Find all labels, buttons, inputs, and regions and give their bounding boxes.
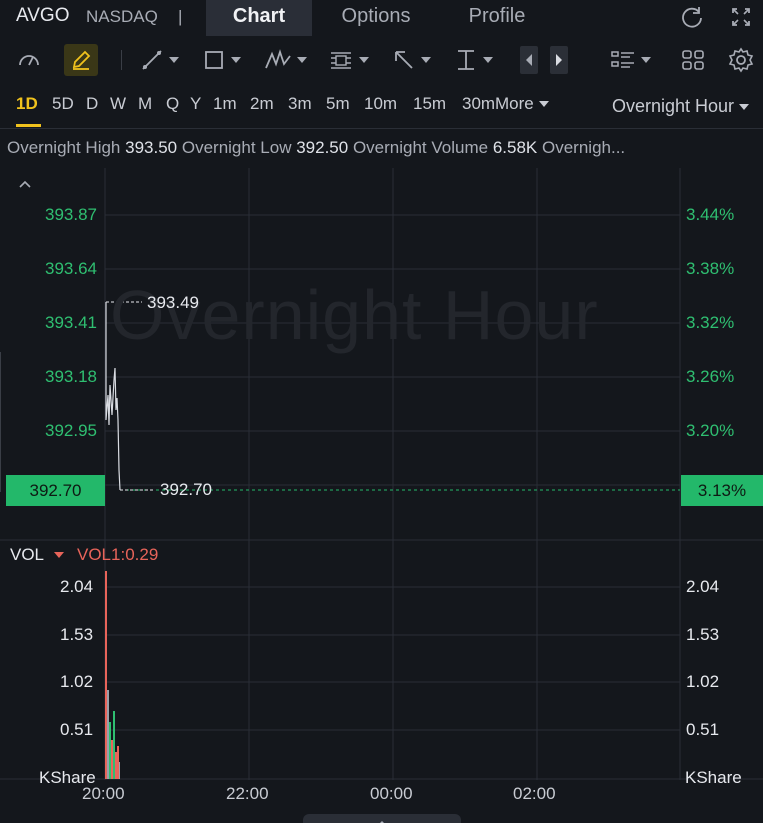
pencil-icon[interactable]	[64, 44, 98, 76]
volume-bar	[109, 722, 111, 779]
volume-indicator-selector[interactable]: VOL	[10, 545, 65, 565]
volume-bar	[117, 746, 119, 779]
period-day[interactable]: D	[86, 94, 98, 114]
percent-tick: 3.38%	[686, 259, 735, 278]
time-tick: 22:00	[226, 784, 269, 803]
trend-line-icon[interactable]	[140, 44, 179, 76]
arrow-icon[interactable]	[392, 44, 431, 76]
list-icon[interactable]	[610, 44, 651, 76]
period-year[interactable]: Y	[190, 94, 201, 114]
info-trailing: Overnigh...	[542, 138, 626, 157]
volume-bar	[111, 740, 113, 779]
price-tick: 393.18	[45, 367, 97, 386]
percent-tick: 3.32%	[686, 313, 735, 332]
price-tick: 393.41	[45, 313, 97, 332]
period-more-label: More	[495, 94, 534, 113]
volume-tick: 0.51	[686, 720, 720, 739]
time-tick: 02:00	[513, 784, 556, 803]
tab-chart[interactable]: Chart	[206, 0, 312, 36]
session-watermark: Overnight Hour	[110, 276, 599, 354]
drawing-toolbar	[0, 36, 763, 84]
low-value: 392.50	[296, 138, 349, 157]
time-tick: 00:00	[370, 784, 413, 803]
top-header: AVGO NASDAQ | Chart Options Profile	[0, 0, 763, 36]
period-3m[interactable]: 3m	[288, 94, 312, 114]
time-tick: 20:00	[82, 784, 125, 803]
divider	[0, 128, 763, 129]
volume-tick: 2.04	[60, 577, 94, 596]
volume-bar	[107, 690, 109, 779]
volume-title: VOL	[10, 545, 45, 564]
current-price-badge: 392.70	[6, 475, 105, 506]
exchange-name: NASDAQ	[86, 7, 158, 26]
period-30m[interactable]: 30m	[462, 94, 495, 114]
overnight-stats: Overnight High 393.50 Overnight Low 392.…	[7, 138, 757, 158]
volume-tick: 0.51	[60, 720, 94, 739]
header-separator: |	[178, 7, 183, 26]
period-week[interactable]: W	[110, 94, 126, 114]
period-more[interactable]: More	[495, 94, 549, 114]
drag-handle[interactable]	[303, 814, 461, 823]
period-1d[interactable]: 1D	[16, 94, 38, 114]
volume-tick: 1.02	[686, 672, 720, 691]
pattern-icon[interactable]	[264, 44, 307, 76]
volume-tick: 1.53	[60, 625, 94, 644]
active-period-underline	[16, 124, 41, 127]
chevron-up-icon[interactable]	[18, 177, 32, 191]
period-2m[interactable]: 2m	[250, 94, 274, 114]
period-selector: 1D 5D D W M Q Y 1m 2m 3m 5m 10m 15m 30m …	[0, 84, 763, 128]
measure-icon[interactable]	[454, 44, 493, 76]
current-percent-badge: 3.13%	[681, 475, 763, 506]
volume-value: 6.58K	[492, 138, 538, 157]
prev-icon[interactable]	[520, 46, 538, 74]
volume-tick: 1.02	[60, 672, 94, 691]
chevron-down-icon	[739, 103, 749, 110]
next-icon[interactable]	[550, 46, 568, 74]
left-edge	[0, 352, 1, 492]
session-label: Overnight Hour	[611, 96, 734, 116]
volume-indicator-value: VOL1:0.29	[77, 545, 159, 564]
settings-icon[interactable]	[728, 44, 754, 76]
fullscreen-icon[interactable]	[727, 3, 755, 31]
refresh-icon[interactable]	[678, 3, 706, 31]
percent-tick: 3.44%	[686, 205, 735, 224]
volume-bar	[119, 762, 120, 779]
period-15m[interactable]: 15m	[413, 94, 446, 114]
draw-mode-icon[interactable]	[16, 44, 42, 76]
session-selector[interactable]: Overnight Hour	[612, 96, 749, 117]
last-marker-label: 392.70	[160, 480, 212, 499]
percent-tick: 3.26%	[686, 367, 735, 386]
tab-options[interactable]: Options	[320, 0, 432, 36]
period-month[interactable]: M	[138, 94, 152, 114]
price-chart[interactable]	[0, 168, 763, 780]
volume-label: Overnight Volume	[352, 138, 489, 157]
fibonacci-icon[interactable]	[328, 44, 369, 76]
chevron-down-icon	[54, 552, 65, 558]
high-marker-label: 393.49	[147, 293, 199, 312]
high-label: Overnight High	[7, 138, 121, 157]
period-10m[interactable]: 10m	[364, 94, 397, 114]
price-tick: 393.64	[45, 259, 97, 278]
volume-bar	[113, 711, 115, 779]
layout-grid-icon[interactable]	[680, 44, 706, 76]
volume-bar	[115, 752, 117, 779]
percent-tick: 3.20%	[686, 421, 735, 440]
period-5d[interactable]: 5D	[52, 94, 74, 114]
chevron-down-icon	[538, 101, 549, 107]
period-quarter[interactable]: Q	[166, 94, 179, 114]
volume-tick: 1.53	[686, 625, 720, 644]
price-tick: 392.95	[45, 421, 97, 440]
tab-profile[interactable]: Profile	[448, 0, 546, 36]
ticker-symbol: AVGO	[16, 5, 70, 26]
period-5m[interactable]: 5m	[326, 94, 350, 114]
rectangle-icon[interactable]	[202, 44, 241, 76]
high-value: 393.50	[125, 138, 178, 157]
low-label: Overnight Low	[181, 138, 292, 157]
toolbar-divider	[121, 50, 122, 70]
price-tick: 393.87	[45, 205, 97, 224]
volume-unit-right: KShare	[685, 768, 742, 787]
volume-bar	[105, 571, 107, 779]
volume-tick: 2.04	[686, 577, 720, 596]
period-1m[interactable]: 1m	[213, 94, 237, 114]
